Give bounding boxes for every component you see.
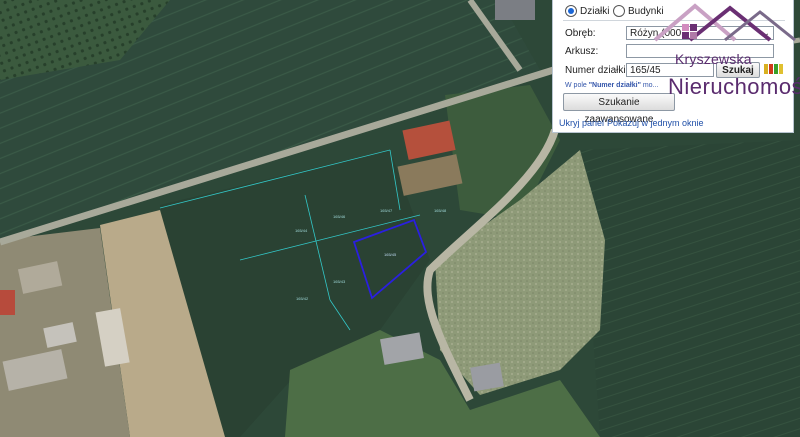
obreb-label: Obręb:	[565, 28, 596, 39]
svg-text:165/43: 165/43	[333, 279, 346, 284]
advanced-search-button[interactable]: Szukanie zaawansowane	[563, 93, 675, 125]
single-window-link[interactable]: Pokazuj w jednym oknie	[607, 118, 704, 128]
arkusz-label: Arkusz:	[565, 46, 599, 57]
svg-text:165/46: 165/46	[333, 214, 346, 219]
logo-text-line1: Kryszewska	[675, 51, 752, 67]
swatch-yellow2	[779, 64, 783, 74]
logo-house-icon	[653, 3, 796, 42]
svg-text:165/48: 165/48	[434, 208, 447, 213]
svg-text:165/44: 165/44	[295, 228, 308, 233]
hint-prefix: W pole	[565, 82, 589, 89]
swatch-red	[769, 64, 773, 74]
logo-text-line2: Nieruchomości	[668, 74, 800, 99]
search-hint: W pole "Numer działki" mo...	[565, 82, 658, 89]
svg-text:165/42: 165/42	[296, 296, 309, 301]
radio-budynki-icon[interactable]	[613, 5, 625, 17]
hint-bold: "Numer działki"	[588, 82, 641, 89]
radio-dzialki-label: Działki	[580, 5, 610, 17]
red-roof	[0, 290, 15, 315]
swatch-green	[774, 64, 778, 74]
house-grey-roof	[470, 362, 504, 392]
numer-dzialki-label: Numer działki:	[565, 65, 629, 76]
swatch-yellow	[764, 64, 768, 74]
hint-suffix: mo...	[640, 82, 659, 89]
east-field	[580, 140, 800, 437]
highlighted-parcel-label: 165/45	[384, 252, 397, 257]
hide-panel-link[interactable]: Ukryj panel	[559, 118, 604, 128]
radio-dzialki-icon[interactable]	[565, 5, 577, 17]
svg-text:165/47: 165/47	[380, 208, 393, 213]
radio-dzialki[interactable]: Działki	[565, 5, 609, 17]
house-north	[495, 0, 535, 20]
